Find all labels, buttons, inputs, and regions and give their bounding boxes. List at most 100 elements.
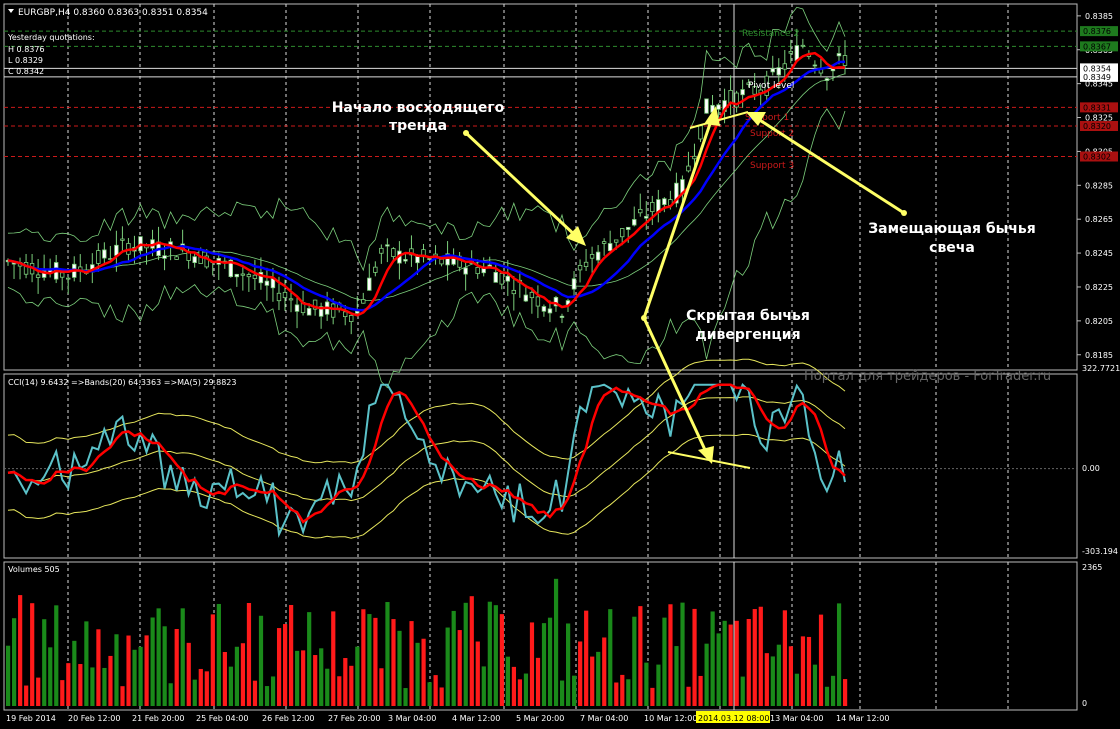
candle-body bbox=[499, 273, 504, 285]
volume-bar bbox=[716, 633, 721, 706]
level-tag-label: 0.8349 bbox=[1083, 73, 1111, 82]
engulfing-dot bbox=[901, 210, 907, 216]
candle-body bbox=[638, 208, 643, 214]
volume-bar bbox=[295, 650, 300, 706]
volume-bar bbox=[740, 676, 745, 706]
candle-body bbox=[842, 55, 848, 66]
volume-bar bbox=[415, 642, 420, 706]
volume-bar bbox=[836, 603, 842, 706]
candle-body bbox=[824, 78, 830, 81]
volume-bar bbox=[602, 637, 607, 706]
volume-bar bbox=[487, 601, 492, 706]
volume-bar bbox=[680, 602, 685, 706]
candle-body bbox=[607, 243, 613, 252]
volume-bar bbox=[584, 610, 589, 706]
candle-body bbox=[162, 255, 167, 259]
volume-bar bbox=[210, 614, 215, 706]
volume-bar bbox=[806, 636, 812, 706]
candle-body bbox=[463, 267, 468, 275]
support-3-label: Support 3 bbox=[750, 161, 794, 171]
volume-bar bbox=[788, 646, 794, 706]
volume-bar bbox=[192, 679, 197, 706]
candle-body bbox=[306, 308, 312, 316]
volume-bar bbox=[776, 644, 781, 706]
volume-bar bbox=[373, 617, 378, 706]
level-tag-label: 0.8331 bbox=[1083, 103, 1111, 112]
volume-bar bbox=[608, 609, 613, 706]
volume-bar bbox=[475, 641, 480, 706]
volume-bar bbox=[764, 653, 769, 706]
volume-bar bbox=[138, 646, 143, 706]
volume-bar bbox=[361, 609, 366, 706]
candle-body bbox=[770, 68, 775, 73]
volume-bar bbox=[818, 614, 824, 706]
volume-bar bbox=[427, 682, 432, 706]
volume-bar bbox=[698, 675, 703, 706]
volume-bar bbox=[397, 630, 402, 706]
volume-bar bbox=[246, 603, 252, 706]
candle-body bbox=[439, 258, 444, 265]
volume-bar bbox=[746, 618, 751, 706]
volume-bar bbox=[150, 617, 155, 706]
volume-bar bbox=[132, 649, 137, 706]
candle-body bbox=[493, 272, 498, 283]
candle-body bbox=[294, 304, 300, 312]
volume-bar bbox=[48, 647, 53, 706]
volume-bar bbox=[36, 677, 41, 706]
volume-bar bbox=[385, 602, 390, 706]
divergence-dot bbox=[641, 315, 647, 321]
volume-bar bbox=[54, 605, 59, 706]
volume-bar bbox=[529, 622, 535, 706]
x-axis-label: 26 Feb 12:00 bbox=[262, 714, 314, 723]
x-axis-label: 7 Mar 04:00 bbox=[580, 714, 628, 723]
volume-bar bbox=[734, 620, 739, 706]
volume-bar bbox=[186, 642, 191, 706]
price-tick-label: 0.8265 bbox=[1085, 215, 1113, 224]
volume-bar bbox=[824, 686, 830, 706]
candle-body bbox=[595, 251, 601, 261]
x-axis-label: 4 Mar 12:00 bbox=[452, 714, 500, 723]
volume-bar bbox=[596, 651, 601, 706]
candle-body bbox=[716, 104, 721, 110]
volume-bar bbox=[782, 610, 787, 706]
volume-bar bbox=[174, 628, 179, 706]
trend-start-line1: Начало восходящего bbox=[332, 100, 505, 116]
volume-bar bbox=[264, 686, 270, 706]
pivot-level-label: Pivot level bbox=[748, 81, 794, 91]
volume-bar bbox=[282, 624, 288, 706]
x-axis-label: 27 Feb 20:00 bbox=[328, 714, 380, 723]
volume-bar bbox=[650, 687, 655, 706]
volume-bar bbox=[614, 682, 619, 706]
x-axis-label: 21 Feb 20:00 bbox=[132, 714, 184, 723]
volume-bar bbox=[90, 667, 95, 706]
candle-body bbox=[66, 277, 71, 280]
volume-bar bbox=[307, 612, 312, 706]
price-tick-label: 0.8385 bbox=[1085, 12, 1113, 21]
trend-start-line2: тренда bbox=[389, 118, 447, 134]
volume-bar bbox=[403, 688, 408, 706]
candle-body bbox=[740, 89, 745, 96]
volume-bar bbox=[198, 668, 203, 706]
volume-bar bbox=[800, 636, 806, 706]
candle-body bbox=[282, 291, 288, 299]
volume-bar bbox=[12, 618, 17, 706]
x-axis-label: 2014.03.12 08:00 bbox=[698, 714, 769, 723]
cci-title: CCI(14) 9.6432 =>Bands(20) 64.3363 =>MA(… bbox=[8, 378, 236, 387]
volume-bar bbox=[812, 664, 818, 706]
volume-bar bbox=[566, 623, 571, 706]
volume-bar bbox=[541, 623, 547, 706]
volume-bar bbox=[120, 686, 125, 706]
candle-body bbox=[776, 67, 781, 76]
candle-body bbox=[644, 216, 649, 219]
candle-body bbox=[505, 275, 510, 282]
volume-bar bbox=[499, 614, 504, 706]
cci-tick-zero: 0.00 bbox=[1082, 464, 1100, 473]
candle-body bbox=[620, 228, 625, 238]
candle-body bbox=[788, 51, 794, 54]
candle-body bbox=[355, 310, 360, 314]
x-axis-label: 10 Mar 12:00 bbox=[644, 714, 697, 723]
volume-bar bbox=[156, 608, 161, 706]
volume-bar bbox=[319, 648, 324, 706]
trading-terminal-chart[interactable]: EURGBP,H4 0.8360 0.8363 0.8351 0.8354 Ye… bbox=[0, 0, 1120, 729]
x-axis-label: 25 Feb 04:00 bbox=[196, 714, 248, 723]
